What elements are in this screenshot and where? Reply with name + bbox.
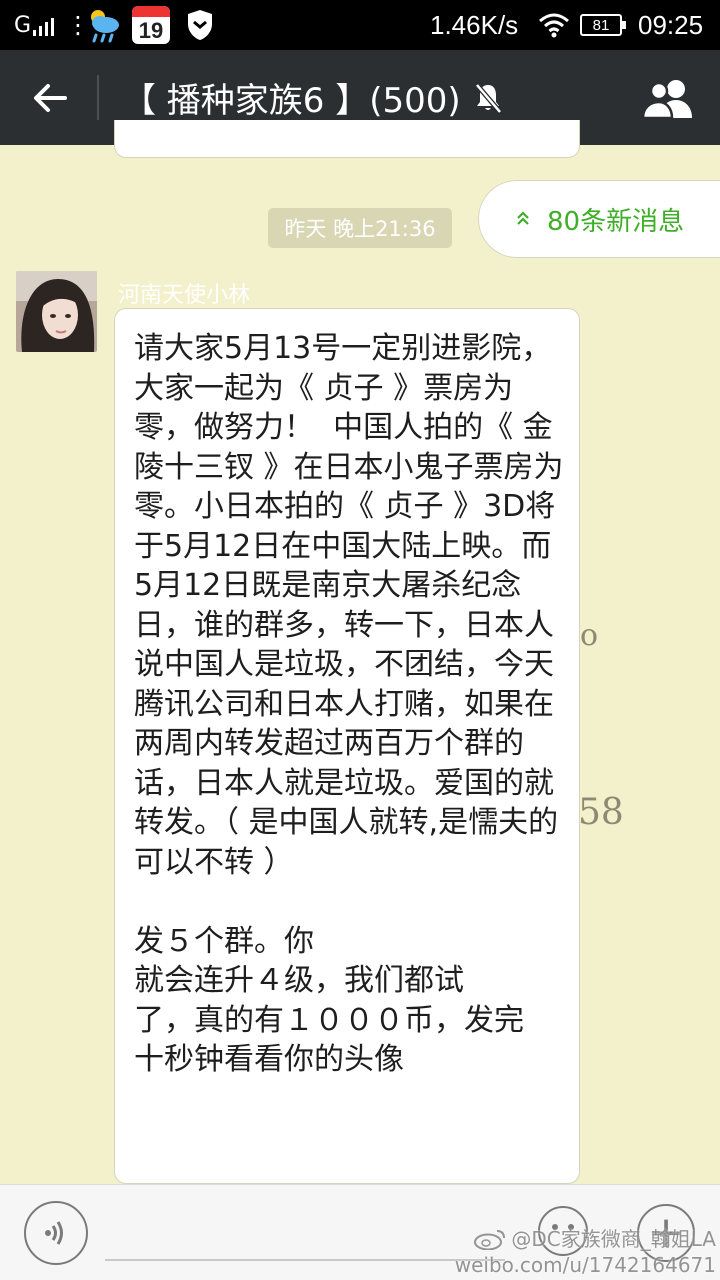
sender-name[interactable]: 河南天使小林 [118, 277, 250, 309]
new-messages-label: 80条新消息 [547, 206, 685, 237]
message-bubble[interactable]: 请大家5月13号一定别进影院，大家一起为《 贞子 》票房为零，做努力！ 中国人拍… [114, 308, 580, 1184]
calendar-icon: 19 [132, 0, 170, 50]
network-type-label: G [14, 12, 32, 38]
shield-icon [186, 0, 214, 50]
watermark-url: weibo.com/u/1742164671 [454, 1253, 716, 1277]
weibo-logo-icon [473, 1228, 507, 1251]
net-speed: 1.46K/s [430, 9, 519, 40]
signal-bars-icon [33, 14, 55, 36]
message-timestamp: 昨天 晚上21:36 [268, 208, 452, 248]
message-text: 请大家5月13号一定别进影院，大家一起为《 贞子 》票房为零，做努力！ 中国人拍… [134, 331, 564, 1077]
background-text-fragment: 58 [578, 792, 624, 833]
voice-wave-icon [45, 1221, 63, 1245]
voice-input-button[interactable] [24, 1201, 88, 1265]
watermark-handle: @DC家族微商_翰姐LA [511, 1227, 716, 1251]
previous-message-bubble [114, 120, 580, 158]
status-bar: G ⋮ 19 1.46K/s 81 09:25 [0, 0, 720, 50]
calendar-day: 19 [138, 18, 164, 43]
people-icon [641, 80, 692, 118]
message-input[interactable] [105, 1209, 505, 1261]
battery-level: 81 [580, 14, 626, 36]
title-divider [97, 75, 99, 120]
clock: 09:25 [638, 9, 704, 40]
sender-avatar[interactable] [16, 271, 97, 352]
back-arrow-icon [34, 84, 67, 112]
more-notifications-icon: ⋮ [66, 11, 90, 39]
background-text-fragment: o [580, 618, 599, 653]
new-messages-button[interactable]: 80条新消息 [478, 180, 720, 258]
group-members-button[interactable] [638, 72, 698, 124]
wifi-icon [538, 0, 570, 50]
watermark-line1: @DC家族微商_翰姐LA [450, 1226, 716, 1252]
mute-bell-icon [473, 82, 503, 114]
battery-icon: 81 [580, 0, 626, 50]
double-chevron-up-icon [515, 210, 531, 229]
signal-indicator: G [14, 0, 55, 50]
chat-title: 【 播种家族6 】(500) [122, 81, 461, 121]
weather-icon [86, 0, 122, 50]
back-button[interactable] [20, 72, 80, 124]
weibo-watermark: @DC家族微商_翰姐LA weibo.com/u/1742164671 [450, 1226, 716, 1278]
